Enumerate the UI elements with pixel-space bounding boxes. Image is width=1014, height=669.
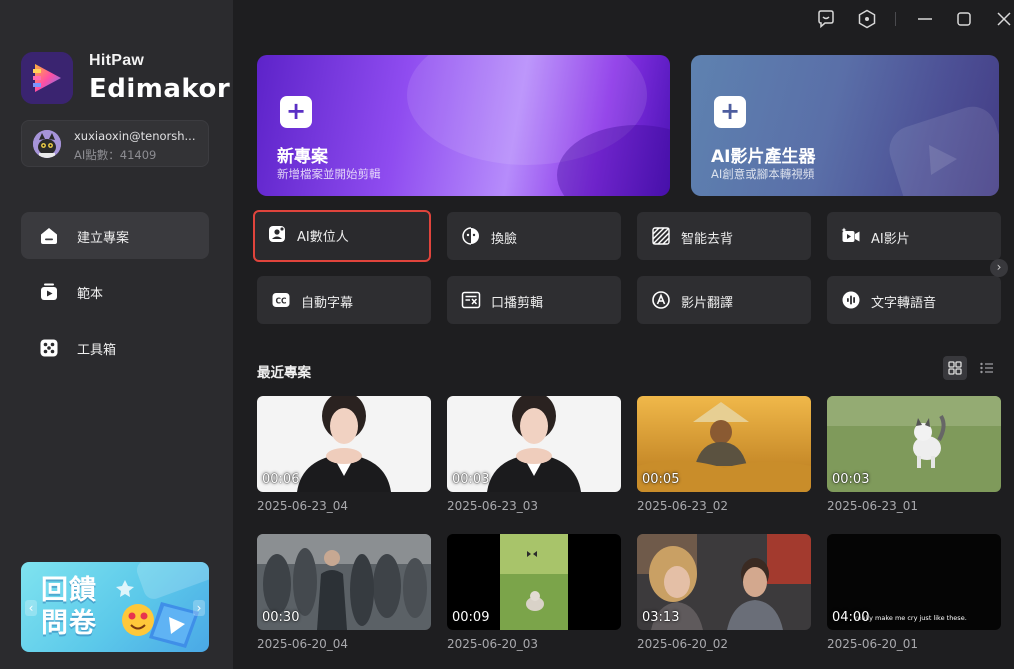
project-thumbnail[interactable]: 00:03 xyxy=(827,396,1001,492)
tool-label-face-swap: 換臉 xyxy=(491,232,518,247)
survey-prev-button[interactable]: ‹ xyxy=(25,600,37,616)
tool-ai-avatar[interactable]: AI數位人 xyxy=(253,210,431,262)
project-name: 2025-06-23_02 xyxy=(637,499,729,513)
project-name: 2025-06-23_04 xyxy=(257,499,349,513)
survey-next-button[interactable]: › xyxy=(193,600,205,616)
project-name: 2025-06-20_04 xyxy=(257,637,349,651)
nav-item-templates[interactable]: 範本 xyxy=(21,268,209,315)
project-duration: 04:00 xyxy=(832,610,870,625)
account-email: xuxiaoxin@tenorsh... xyxy=(74,129,196,143)
background-remover-icon xyxy=(652,227,670,245)
tool-label-speech-edit: 口播剪輯 xyxy=(491,296,544,311)
new-project-title: 新專案 xyxy=(277,147,328,167)
brand-hitpaw: HitPaw xyxy=(89,52,145,69)
toolbox-icon xyxy=(40,339,58,357)
tool-text-to-speech[interactable]: 文字轉語音 xyxy=(827,276,1001,324)
project-thumbnail[interactable]: really make me cry just like these. 04:0… xyxy=(827,534,1001,630)
project-thumbnail[interactable]: 00:06 xyxy=(257,396,431,492)
ai-video-icon xyxy=(841,227,860,242)
ai-avatar-icon xyxy=(269,226,285,242)
nav-item-create-project[interactable]: 建立專案 xyxy=(21,212,209,259)
project-duration: 00:03 xyxy=(832,472,870,487)
project-duration: 03:13 xyxy=(642,610,680,625)
nav-label-templates: 範本 xyxy=(77,287,104,302)
nav-label-create-project: 建立專案 xyxy=(77,231,130,246)
project-thumbnail[interactable]: 00:05 xyxy=(637,396,811,492)
project-thumbnail[interactable]: 03:13 xyxy=(637,534,811,630)
tool-label-text-to-speech: 文字轉語音 xyxy=(871,296,937,311)
face-swap-icon xyxy=(462,227,479,245)
tool-label-auto-subtitles: 自動字幕 xyxy=(301,296,354,311)
project-duration: 00:05 xyxy=(642,472,680,487)
grid-view-icon[interactable] xyxy=(943,356,967,380)
ai-generator-subtitle: AI創意或腳本轉視頻 xyxy=(711,167,815,181)
tool-video-translate[interactable]: 影片翻譯 xyxy=(637,276,811,324)
new-project-plus-icon: + xyxy=(280,96,312,128)
tool-background-remover[interactable]: 智能去背 xyxy=(637,212,811,260)
project-thumbnail[interactable]: 00:09 xyxy=(447,534,621,630)
project-duration: 00:30 xyxy=(262,610,300,625)
feedback-icon[interactable] xyxy=(815,8,837,30)
avatar xyxy=(33,130,61,158)
project-name: 2025-06-20_01 xyxy=(827,637,919,651)
nav-label-toolbox: 工具箱 xyxy=(77,343,117,358)
tool-face-swap[interactable]: 換臉 xyxy=(447,212,621,260)
maximize-icon[interactable] xyxy=(953,8,975,30)
subtitle-cc-icon: CC xyxy=(272,293,290,307)
minimize-icon[interactable] xyxy=(914,8,936,30)
project-duration: 00:09 xyxy=(452,610,490,625)
speech-edit-icon xyxy=(461,291,481,309)
tool-label-background-remover: 智能去背 xyxy=(681,232,734,247)
tool-speech-edit[interactable]: 口播剪輯 xyxy=(447,276,621,324)
survey-text: 回饋問卷 xyxy=(41,575,97,639)
project-thumbnail[interactable]: 00:30 xyxy=(257,534,431,630)
settings-icon[interactable] xyxy=(856,8,878,30)
svg-text:CC: CC xyxy=(275,297,287,306)
account-card[interactable]: xuxiaoxin@tenorsh... AI點數：41409 xyxy=(21,120,209,167)
feedback-survey-banner[interactable]: 回饋問卷 ‹ › xyxy=(21,562,209,652)
new-project-subtitle: 新增檔案並開始剪輯 xyxy=(277,167,381,181)
tool-label-ai-video: AI影片 xyxy=(871,232,910,247)
template-icon xyxy=(41,283,57,300)
titlebar-separator xyxy=(895,12,896,26)
project-name: 2025-06-20_02 xyxy=(637,637,729,651)
nav-item-toolbox[interactable]: 工具箱 xyxy=(21,324,209,371)
tools-scroll-next-button[interactable]: › xyxy=(990,259,1008,277)
edimakor-logo xyxy=(21,52,73,104)
new-project-card[interactable]: + 新專案 新增檔案並開始剪輯 xyxy=(257,55,670,196)
project-name: 2025-06-20_03 xyxy=(447,637,539,651)
tool-ai-video[interactable]: AI影片 xyxy=(827,212,1001,260)
thumbnail-subtitle-caption: really make me cry just like these. xyxy=(855,614,967,622)
recent-projects-title: 最近專案 xyxy=(257,365,311,381)
tool-label-video-translate: 影片翻譯 xyxy=(681,296,734,311)
sidebar: HitPaw Edimakor xuxiaoxin@tenorsh... AI點… xyxy=(0,0,233,669)
ai-video-generator-card[interactable]: + AI影片產生器 AI創意或腳本轉視頻 xyxy=(691,55,999,196)
project-duration: 00:06 xyxy=(262,472,300,487)
project-name: 2025-06-23_03 xyxy=(447,499,539,513)
home-icon xyxy=(41,228,57,244)
project-thumbnail[interactable]: 00:03 xyxy=(447,396,621,492)
ai-generator-plus-icon: + xyxy=(714,96,746,128)
project-name: 2025-06-23_01 xyxy=(827,499,919,513)
account-credits: AI點數：41409 xyxy=(74,148,157,162)
translate-icon xyxy=(652,291,670,309)
list-view-icon[interactable] xyxy=(975,356,999,380)
ai-generator-title: AI影片產生器 xyxy=(711,147,816,167)
close-icon[interactable] xyxy=(993,8,1014,30)
project-duration: 00:03 xyxy=(452,472,490,487)
tool-label-ai-avatar: AI數位人 xyxy=(297,230,349,245)
tool-auto-subtitles[interactable]: CC 自動字幕 xyxy=(257,276,431,324)
text-to-speech-icon xyxy=(842,291,860,309)
brand-edimakor: Edimakor xyxy=(89,74,231,104)
